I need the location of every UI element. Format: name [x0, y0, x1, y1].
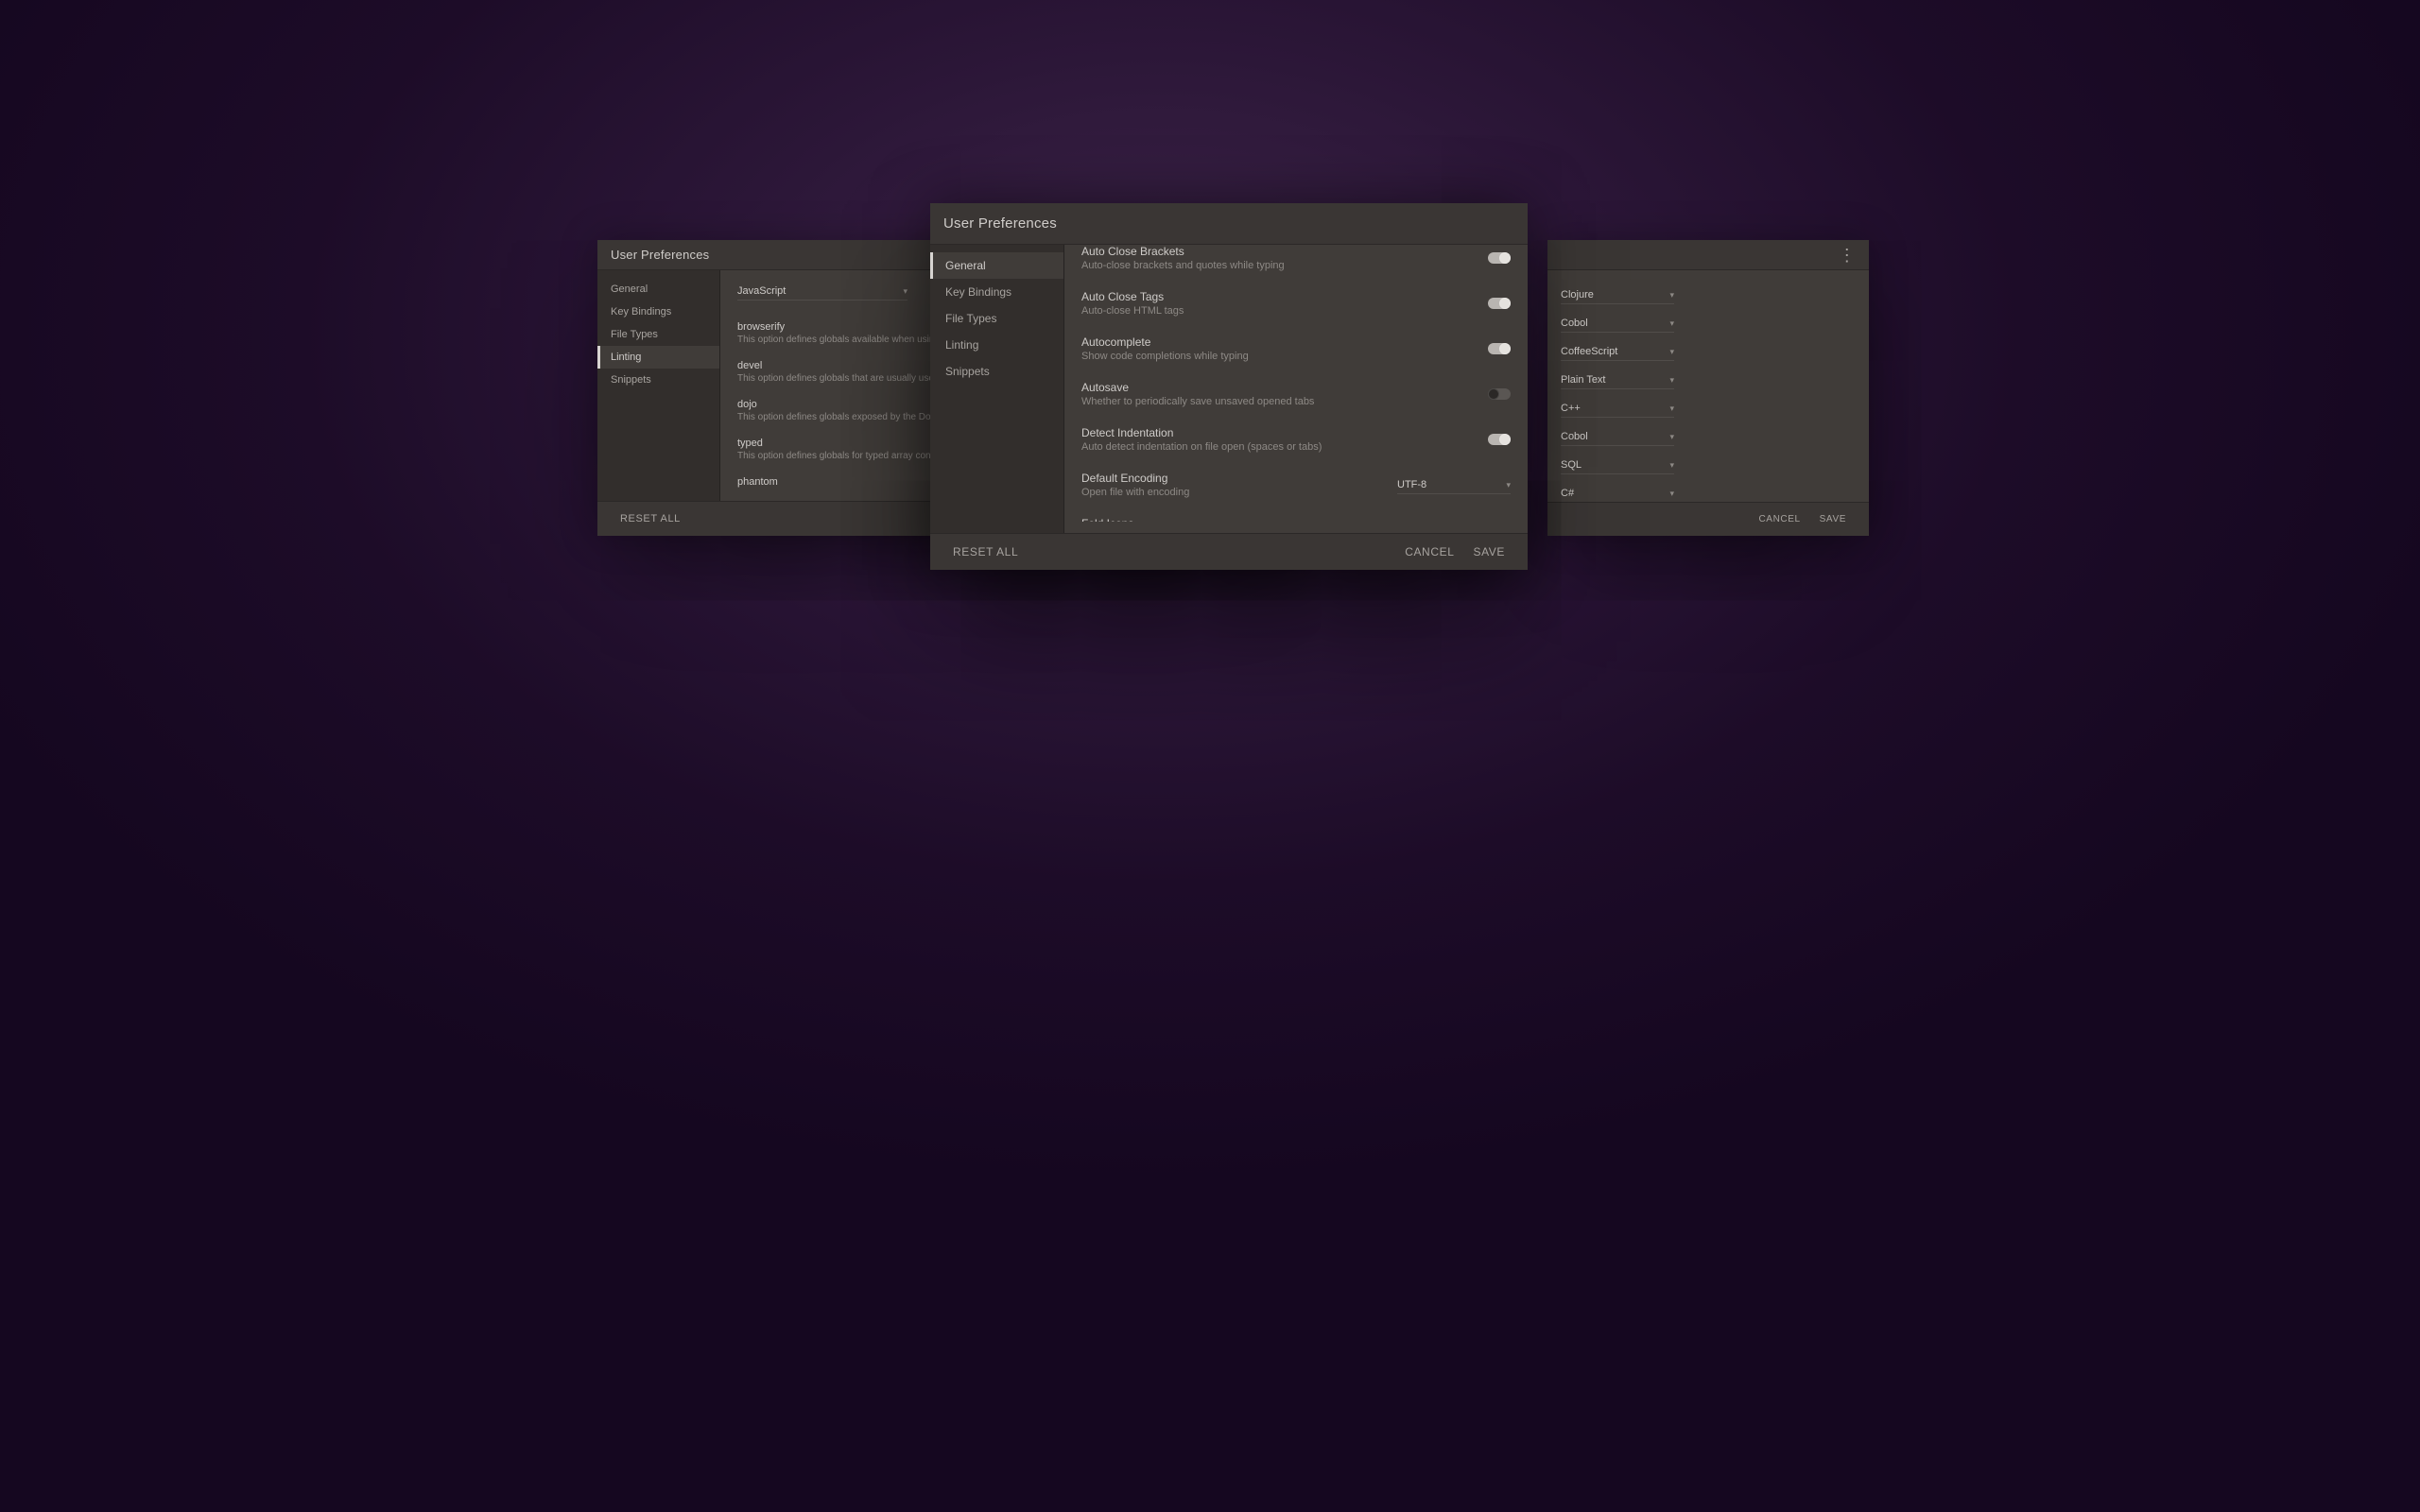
sidebar-item-general[interactable]: General — [597, 278, 719, 301]
chevron-down-icon: ▾ — [1669, 290, 1674, 301]
file-type-value: Cobol — [1561, 318, 1588, 329]
file-type-value: Clojure — [1561, 289, 1594, 301]
setting-row: Auto Close Tags Auto-close HTML tags — [1081, 281, 1511, 326]
linting-language-value: JavaScript — [737, 285, 786, 297]
setting-subtitle: Open file with encoding — [1081, 487, 1374, 498]
setting-row: Detect Indentation Auto detect indentatio… — [1081, 417, 1511, 462]
overflow-menu-icon[interactable]: ⋮ — [1839, 247, 1856, 264]
setting-subtitle: Whether to periodically save unsaved ope… — [1081, 396, 1465, 407]
file-type-select[interactable]: Clojure ▾ — [1561, 285, 1674, 304]
save-button[interactable]: SAVE — [1810, 510, 1856, 528]
setting-title: Autosave — [1081, 381, 1465, 394]
file-type-value: Cobol — [1561, 431, 1588, 442]
titlebar: ⋮ — [1547, 240, 1869, 270]
setting-title: Default Encoding — [1081, 472, 1374, 485]
setting-row: Default Encoding Open file with encoding U… — [1081, 462, 1511, 507]
prefs-window-general: User Preferences General Key Bindings Fi… — [930, 203, 1528, 570]
chevron-down-icon: ▾ — [903, 286, 908, 297]
general-panel: Auto Close Brackets Auto-close brackets a… — [1064, 245, 1528, 533]
linting-language-select[interactable]: JavaScript ▾ — [737, 282, 908, 301]
setting-subtitle: Auto-close HTML tags — [1081, 305, 1465, 317]
file-types-panel: Clojure▾Cobol▾CoffeeScript▾Plain Text▾C+… — [1547, 270, 1869, 502]
file-type-value: SQL — [1561, 459, 1582, 471]
dialog-footer: CANCEL SAVE — [1547, 502, 1869, 536]
chevron-down-icon: ▾ — [1669, 347, 1674, 357]
chevron-down-icon: ▾ — [1506, 480, 1511, 490]
setting-row: Fold IconsShow fold icons in gutter — [1081, 507, 1511, 522]
sidebar-item-key-bindings[interactable]: Key Bindings — [597, 301, 719, 323]
file-type-value: C# — [1561, 488, 1574, 499]
setting-title: Autocomplete — [1081, 335, 1465, 349]
toggle[interactable] — [1488, 252, 1511, 264]
save-button[interactable]: SAVE — [1463, 541, 1514, 562]
file-type-select[interactable]: C# ▾ — [1561, 484, 1674, 502]
file-type-select[interactable]: SQL ▾ — [1561, 455, 1674, 474]
file-type-select[interactable]: Cobol ▾ — [1561, 314, 1674, 333]
setting-title: Fold Icons — [1081, 517, 1465, 522]
file-type-select[interactable]: C++ ▾ — [1561, 399, 1674, 418]
setting-row: Autocomplete Show code completions while … — [1081, 326, 1511, 371]
toggle[interactable] — [1488, 388, 1511, 400]
setting-title: Detect Indentation — [1081, 426, 1465, 439]
toggle[interactable] — [1488, 434, 1511, 445]
chevron-down-icon: ▾ — [1669, 432, 1674, 442]
setting-title: Auto Close Tags — [1081, 290, 1465, 303]
file-type-select[interactable]: CoffeeScript ▾ — [1561, 342, 1674, 361]
sidebar-item-snippets[interactable]: Snippets — [930, 358, 1063, 385]
toggle[interactable] — [1488, 298, 1511, 309]
file-type-value: Plain Text — [1561, 374, 1606, 386]
chevron-down-icon: ▾ — [1669, 404, 1674, 414]
sidebar: General Key Bindings File Types Linting … — [597, 270, 720, 501]
reset-all-button[interactable]: RESET ALL — [611, 509, 690, 528]
toggle[interactable] — [1488, 343, 1511, 354]
sidebar-item-linting[interactable]: Linting — [597, 346, 719, 369]
sidebar-item-key-bindings[interactable]: Key Bindings — [930, 279, 1063, 305]
prefs-window-file-types: ⋮ Clojure ▾ Cobol ▾ CoffeeScript ▾ Plain Text ▾… — [1547, 240, 1869, 536]
sidebar-item-general[interactable]: General — [930, 252, 1063, 279]
chevron-down-icon: ▾ — [1669, 318, 1674, 329]
sidebar-item-snippets[interactable]: Snippets — [597, 369, 719, 391]
window-title: User Preferences — [943, 215, 1057, 232]
encoding-select[interactable]: UTF-8 ▾ — [1397, 475, 1511, 494]
sidebar-item-file-types[interactable]: File Types — [930, 305, 1063, 332]
sidebar-item-file-types[interactable]: File Types — [597, 323, 719, 346]
setting-subtitle: Auto detect indentation on file open (sp… — [1081, 441, 1465, 453]
setting-subtitle: Auto-close brackets and quotes while typ… — [1081, 260, 1465, 271]
file-type-value: CoffeeScript — [1561, 346, 1617, 357]
setting-title: Auto Close Brackets — [1081, 245, 1465, 258]
sidebar: General Key Bindings File Types Linting … — [930, 245, 1064, 533]
cancel-button[interactable]: CANCEL — [1395, 541, 1463, 562]
chevron-down-icon: ▾ — [1669, 489, 1674, 499]
chevron-down-icon: ▾ — [1669, 375, 1674, 386]
file-type-select[interactable]: Plain Text ▾ — [1561, 370, 1674, 389]
file-type-value: C++ — [1561, 403, 1581, 414]
titlebar: User Preferences — [930, 203, 1528, 245]
setting-row: Auto Close Brackets Auto-close brackets a… — [1081, 245, 1511, 281]
cancel-button[interactable]: CANCEL — [1749, 510, 1809, 528]
window-title: User Preferences — [611, 248, 709, 262]
dialog-footer: RESET ALL CANCEL SAVE — [930, 533, 1528, 570]
file-type-select[interactable]: Cobol ▾ — [1561, 427, 1674, 446]
setting-subtitle: Show code completions while typing — [1081, 351, 1465, 362]
reset-all-button[interactable]: RESET ALL — [943, 541, 1028, 562]
chevron-down-icon: ▾ — [1669, 460, 1674, 471]
select-value: UTF-8 — [1397, 479, 1426, 490]
sidebar-item-linting[interactable]: Linting — [930, 332, 1063, 358]
setting-row: Autosave Whether to periodically save uns… — [1081, 371, 1511, 417]
